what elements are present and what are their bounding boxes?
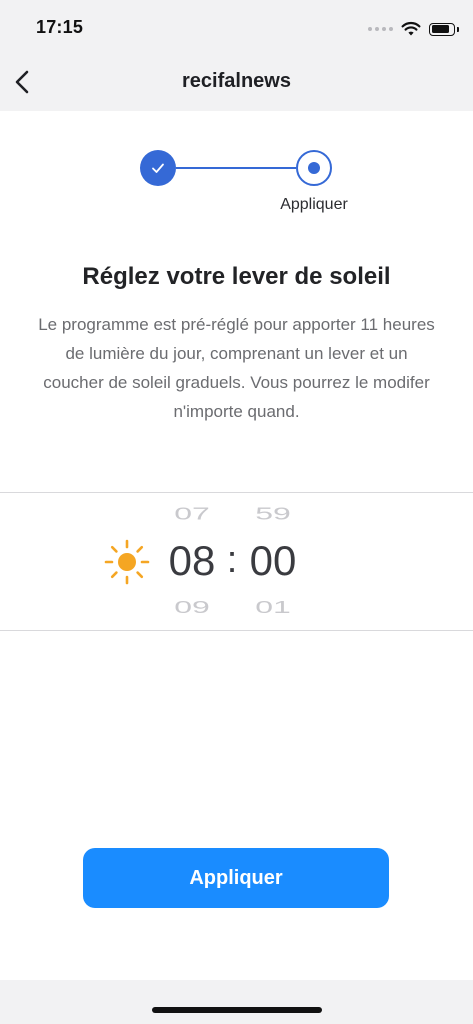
hours-selected[interactable]: 08 xyxy=(162,537,222,585)
cellular-signal-icon xyxy=(368,27,393,31)
page-title: recifalnews xyxy=(182,70,291,92)
minutes-next[interactable]: 01 xyxy=(243,597,303,617)
wifi-icon xyxy=(401,21,421,36)
section-heading: Réglez votre lever de soleil xyxy=(82,263,391,290)
battery-icon xyxy=(429,22,459,36)
apply-button[interactable]: Appliquer xyxy=(83,848,389,908)
step-completed xyxy=(140,150,176,186)
progress-stepper: Appliquer xyxy=(0,150,473,220)
home-indicator[interactable] xyxy=(152,1007,322,1013)
top-bar: 17:15 recifalnews xyxy=(0,0,473,111)
minutes-wheel[interactable]: 59 00 01 xyxy=(243,493,303,630)
status-indicators xyxy=(368,20,459,38)
minutes-selected[interactable]: 00 xyxy=(243,537,303,585)
sunrise-time-picker[interactable]: 07 08 09 : 59 00 01 xyxy=(0,492,473,631)
bottom-bar xyxy=(0,980,473,1024)
section-description: Le programme est pré-réglé pour apporter… xyxy=(38,315,435,421)
minutes-previous[interactable]: 59 xyxy=(243,504,303,524)
checkmark-icon xyxy=(152,163,164,173)
hours-wheel[interactable]: 07 08 09 xyxy=(162,493,222,630)
hours-previous[interactable]: 07 xyxy=(162,504,222,524)
sun-icon xyxy=(104,539,150,585)
step-current xyxy=(296,150,332,186)
hours-next[interactable]: 09 xyxy=(162,597,222,617)
step-label: Appliquer xyxy=(280,196,348,213)
status-time: 17:15 xyxy=(36,17,84,37)
current-step-dot-icon xyxy=(308,162,320,174)
step-connector xyxy=(176,167,296,169)
time-separator: : xyxy=(226,539,238,581)
